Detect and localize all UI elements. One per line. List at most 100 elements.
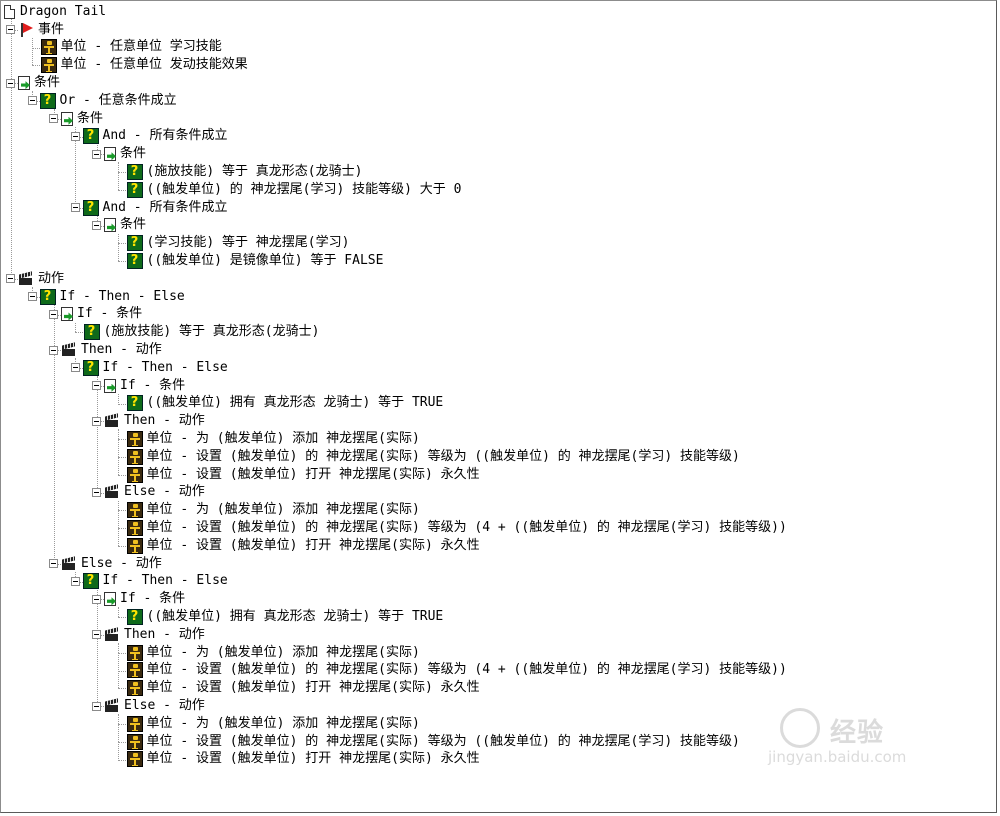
tree-node-label: Dragon Tail xyxy=(20,3,107,19)
collapse-toggle-icon[interactable] xyxy=(70,203,80,213)
tree-node[interactable]: 单位 - 为 (触发单位) 添加 神龙摆尾(实际) xyxy=(126,501,420,519)
tree-node[interactable]: ((触发单位) 的 神龙摆尾(学习) 技能等级) 大于 0 xyxy=(126,181,461,199)
tree-node-label: (施放技能) 等于 真龙形态(龙骑士) xyxy=(103,324,320,340)
question-icon xyxy=(82,359,99,376)
tree-guide-line xyxy=(118,243,119,262)
tree-node-label: 动作 xyxy=(38,270,65,286)
tree-node-label: Then - 动作 xyxy=(81,342,162,358)
tree-node-label: If - 条件 xyxy=(120,591,186,607)
collapse-toggle-icon[interactable] xyxy=(92,149,101,159)
tree-node[interactable]: 单位 - 为 (触发单位) 添加 神龙摆尾(实际) xyxy=(126,644,420,662)
tree-node-label: Or - 任意条件成立 xyxy=(59,92,177,108)
collapse-toggle-icon[interactable] xyxy=(6,274,15,284)
tree-node[interactable]: 单位 - 设置 (触发单位) 打开 神龙摆尾(实际) 永久性 xyxy=(126,679,480,697)
tree-guide-line xyxy=(118,403,126,405)
tree-node[interactable]: (施放技能) 等于 真龙形态(龙骑士) xyxy=(83,323,320,341)
collapse-toggle-icon[interactable] xyxy=(70,363,80,373)
tree-node[interactable]: And - 所有条件成立 xyxy=(70,128,227,146)
action-icon xyxy=(104,698,120,714)
tree-guide-line xyxy=(32,47,33,66)
tree-node[interactable]: If - 条件 xyxy=(92,377,185,395)
collapse-toggle-icon[interactable] xyxy=(27,96,37,106)
collapse-toggle-icon[interactable] xyxy=(92,701,101,711)
tree-node[interactable]: 条件 xyxy=(92,145,146,163)
tree-guide-line xyxy=(118,243,126,245)
tree-node[interactable]: 条件 xyxy=(92,217,146,235)
unit-icon xyxy=(126,644,143,661)
tree-node[interactable]: Then - 动作 xyxy=(49,341,162,359)
tree-node[interactable]: 单位 - 设置 (触发单位) 的 神龙摆尾(实际) 等级为 ((触发单位) 的 … xyxy=(126,733,740,751)
tree-node[interactable]: 单位 - 设置 (触发单位) 打开 神龙摆尾(实际) 永久性 xyxy=(126,537,480,555)
tree-guide-line xyxy=(118,172,119,190)
paw-logo-icon xyxy=(780,708,820,748)
collapse-toggle-icon[interactable] xyxy=(92,381,101,391)
tree-node[interactable]: (学习技能) 等于 神龙摆尾(学习) xyxy=(126,234,349,252)
tree-node[interactable]: Then - 动作 xyxy=(92,626,205,644)
tree-node[interactable]: 单位 - 设置 (触发单位) 的 神龙摆尾(实际) 等级为 (4 + ((触发单… xyxy=(126,519,787,537)
collapse-toggle-icon[interactable] xyxy=(70,576,80,586)
tree-node[interactable]: 单位 - 设置 (触发单位) 打开 神龙摆尾(实际) 永久性 xyxy=(126,751,480,769)
tree-guide-line xyxy=(118,189,126,191)
tree-node[interactable]: ((触发单位) 是镜像单位) 等于 FALSE xyxy=(126,252,383,270)
action-icon xyxy=(104,484,120,500)
tree-node[interactable]: And - 所有条件成立 xyxy=(70,199,227,217)
unit-icon xyxy=(126,662,143,679)
tree-node[interactable]: 单位 - 为 (触发单位) 添加 神龙摆尾(实际) xyxy=(126,430,420,448)
collapse-toggle-icon[interactable] xyxy=(92,416,101,426)
tree-node[interactable]: 单位 - 设置 (触发单位) 的 神龙摆尾(实际) 等级为 (4 + ((触发单… xyxy=(126,662,787,680)
tree-guide-line xyxy=(118,741,126,743)
condition-icon xyxy=(104,147,116,162)
tree-node-label: 单位 - 设置 (触发单位) 打开 神龙摆尾(实际) 永久性 xyxy=(146,537,480,553)
unit-icon xyxy=(126,537,143,554)
tree-node-label: Then - 动作 xyxy=(124,626,205,642)
collapse-toggle-icon[interactable] xyxy=(6,25,15,35)
tree-node[interactable]: If - 条件 xyxy=(49,306,142,324)
collapse-toggle-icon[interactable] xyxy=(92,630,101,640)
tree-node[interactable]: If - Then - Else xyxy=(70,359,228,377)
tree-node[interactable]: Then - 动作 xyxy=(92,412,205,430)
tree-guide-line xyxy=(118,652,126,654)
tree-guide-line xyxy=(32,65,40,67)
collapse-toggle-icon[interactable] xyxy=(49,345,58,355)
tree-node[interactable]: If - Then - Else xyxy=(70,573,228,591)
collapse-toggle-icon[interactable] xyxy=(92,487,101,497)
collapse-toggle-icon[interactable] xyxy=(49,559,58,569)
collapse-toggle-icon[interactable] xyxy=(92,220,101,230)
tree-node[interactable]: 单位 - 任意单位 学习技能 xyxy=(40,39,222,57)
tree-guide-line xyxy=(96,634,98,707)
tree-node[interactable]: 单位 - 任意单位 发动技能效果 xyxy=(40,56,248,74)
collapse-toggle-icon[interactable] xyxy=(70,131,80,141)
collapse-toggle-icon[interactable] xyxy=(49,114,58,124)
tree-node[interactable]: Or - 任意条件成立 xyxy=(27,92,177,110)
tree-node[interactable]: 单位 - 设置 (触发单位) 的 神龙摆尾(实际) 等级为 ((触发单位) 的 … xyxy=(126,448,740,466)
tree-node[interactable]: Dragon Tail xyxy=(2,3,106,21)
tree-node-label: ((触发单位) 拥有 真龙形态 龙骑士) 等于 TRUE xyxy=(146,609,444,625)
condition-icon xyxy=(104,218,116,233)
tree-node[interactable]: ((触发单位) 拥有 真龙形态 龙骑士) 等于 TRUE xyxy=(126,608,444,626)
tree-node[interactable]: (施放技能) 等于 真龙形态(龙骑士) xyxy=(126,163,362,181)
tree-node[interactable]: ((触发单位) 拥有 真龙形态 龙骑士) 等于 TRUE xyxy=(126,395,443,413)
tree-node[interactable]: Else - 动作 xyxy=(92,697,205,715)
unit-icon xyxy=(40,39,57,56)
tree-node[interactable]: Else - 动作 xyxy=(49,555,162,573)
tree-node[interactable]: If - 条件 xyxy=(92,590,185,608)
tree-node[interactable]: 条件 xyxy=(6,74,60,92)
collapse-toggle-icon[interactable] xyxy=(49,309,58,319)
collapse-toggle-icon[interactable] xyxy=(6,78,15,88)
unit-icon xyxy=(126,502,143,519)
tree-guide-line xyxy=(96,421,98,493)
tree-guide-line xyxy=(118,172,126,174)
tree-node[interactable]: 动作 xyxy=(6,270,64,288)
tree-node-label: 条件 xyxy=(120,146,147,162)
tree-guide-line xyxy=(118,759,126,761)
collapse-toggle-icon[interactable] xyxy=(27,292,37,302)
tree-guide-line xyxy=(118,652,119,671)
tree-node[interactable]: 条件 xyxy=(49,110,103,128)
tree-guide-line xyxy=(118,233,119,244)
tree-node[interactable]: Else - 动作 xyxy=(92,484,205,502)
tree-node[interactable]: If - Then - Else xyxy=(27,288,185,306)
tree-node[interactable]: 事件 xyxy=(6,21,64,39)
tree-node[interactable]: 单位 - 设置 (触发单位) 打开 神龙摆尾(实际) 永久性 xyxy=(126,466,480,484)
tree-node[interactable]: 单位 - 为 (触发单位) 添加 神龙摆尾(实际) xyxy=(126,715,420,733)
collapse-toggle-icon[interactable] xyxy=(92,594,101,604)
